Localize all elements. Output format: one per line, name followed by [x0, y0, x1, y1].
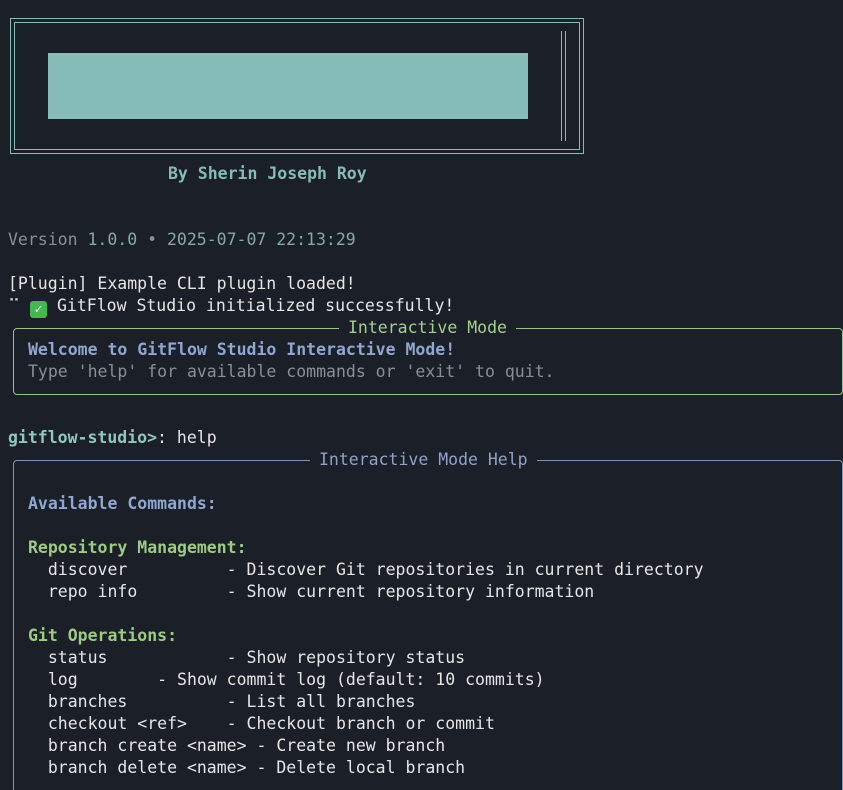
section-title-repository: Repository Management: — [28, 538, 247, 557]
welcome-text: Welcome to GitFlow Studio Interactive Mo… — [28, 340, 456, 359]
hint-text: Type 'help' for available commands or 'e… — [28, 362, 555, 381]
command-line: repo info - Show current repository info… — [28, 582, 595, 601]
init-message: GitFlow Studio initialized successfully! — [56, 296, 455, 315]
ascii-logo-block — [48, 53, 528, 119]
version-line: Version 1.0.0 • 2025-07-07 22:13:29 — [8, 229, 356, 251]
command-prompt[interactable]: gitflow-studio>: help — [8, 427, 217, 449]
help-heading: Available Commands: — [28, 494, 217, 513]
command-line: log - Show commit log (default: 10 commi… — [28, 670, 545, 689]
version-separator: • — [137, 230, 167, 249]
banner-divider — [561, 31, 562, 141]
command-line: branch create <name> - Create new branch — [28, 736, 446, 755]
help-panel: Interactive Mode Help Available Commands… — [13, 449, 843, 790]
prompt-label: gitflow-studio> — [8, 428, 158, 447]
interactive-mode-panel: Interactive Mode Welcome to GitFlow Stud… — [13, 317, 843, 395]
prompt-separator: : — [157, 428, 177, 447]
init-log-line: ⠉ ✓ GitFlow Studio initialized successfu… — [8, 295, 454, 318]
panel-title: Interactive Mode Help — [310, 449, 537, 471]
command-line: status - Show repository status — [28, 648, 466, 667]
command-line: checkout <ref> - Checkout branch or comm… — [28, 714, 495, 733]
author-line: By Sherin Joseph Roy — [168, 164, 367, 183]
command-line: discover - Discover Git repositories in … — [28, 560, 704, 579]
white-check-mark-icon: ✓ — [30, 301, 48, 318]
command-line: branch delete <name> - Delete local bran… — [28, 758, 466, 777]
version-prefix: Version — [8, 230, 88, 249]
section-title-git-operations: Git Operations: — [28, 626, 178, 645]
version-timestamp: 2025-07-07 22:13:29 — [166, 230, 356, 249]
braille-spinner-icon: ⠉ — [8, 296, 21, 315]
prompt-command: help — [176, 428, 217, 447]
panel-title: Interactive Mode — [339, 317, 516, 339]
version-number: 1.0.0 — [87, 230, 138, 249]
banner-divider — [565, 31, 566, 141]
command-line: branches - List all branches — [28, 692, 416, 711]
plugin-log-line: [Plugin] Example CLI plugin loaded! — [8, 274, 356, 293]
